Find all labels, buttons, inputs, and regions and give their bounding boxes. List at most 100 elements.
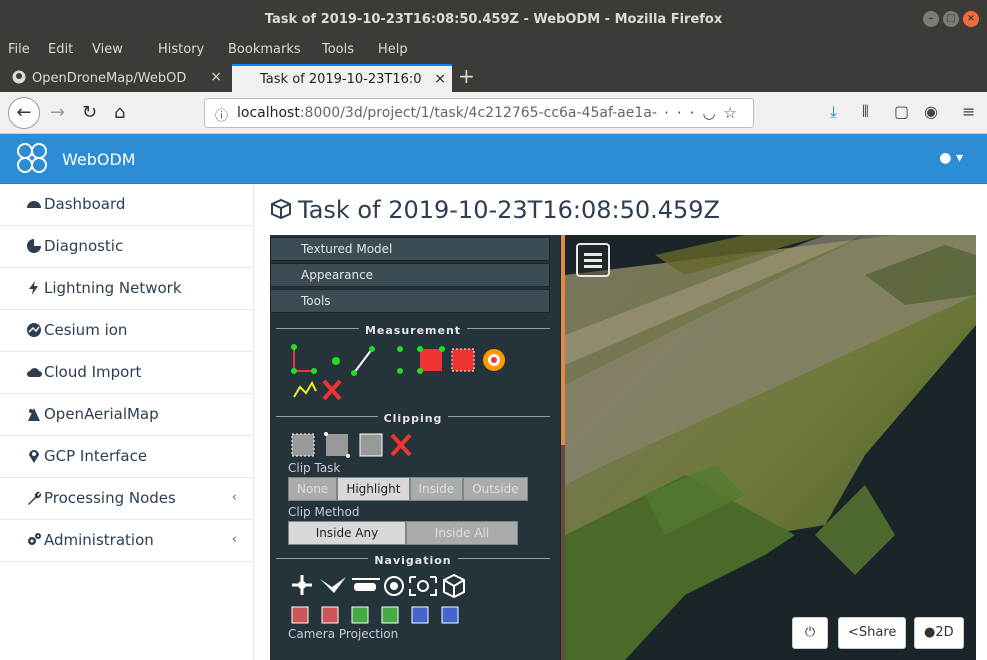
sidebar-item-lightning-network[interactable]: Lightning Network — [0, 268, 253, 310]
menu-bookmarks[interactable]: Bookmarks — [228, 42, 301, 57]
menu-tools[interactable]: Tools — [322, 42, 354, 57]
navigation-section-header: Navigation — [276, 549, 550, 567]
clip-box-icon[interactable] — [359, 433, 383, 457]
area-tool-icon[interactable] — [417, 346, 445, 374]
menu-history[interactable]: History — [158, 42, 204, 57]
full-extent-icon[interactable] — [443, 573, 465, 599]
sidebar-item-label: Lightning Network — [44, 279, 182, 297]
clip-task-outside[interactable]: Outside — [463, 477, 528, 501]
clip-task-none[interactable]: None — [288, 477, 338, 501]
clip-method-inside-any[interactable]: Inside Any — [288, 521, 406, 545]
menu-view[interactable]: View — [92, 42, 123, 57]
library-icon[interactable]: ⫴ — [862, 102, 869, 122]
sidebar-item-dashboard[interactable]: Dashboard — [0, 184, 253, 226]
globe-icon: ● — [924, 625, 936, 640]
view-back-icon[interactable] — [321, 606, 339, 624]
view-top-icon[interactable] — [411, 606, 429, 624]
volume-tool-icon[interactable] — [451, 348, 475, 372]
sidebar-item-cloud-import[interactable]: Cloud Import — [0, 352, 253, 394]
brand-name[interactable]: WebODM — [62, 150, 136, 169]
tab-task[interactable]: Task of 2019-10-23T16:0 × — [232, 64, 452, 92]
sidebar-item-label: Dashboard — [44, 195, 126, 213]
view-2d-button[interactable]: ●2D — [914, 617, 964, 649]
reload-button[interactable]: ↻ — [82, 102, 97, 123]
sidebar-item-diagnostic[interactable]: Diagnostic — [0, 226, 253, 268]
helicopter-controls-icon[interactable] — [352, 578, 380, 591]
webodm-logo-icon[interactable] — [16, 142, 48, 174]
sidebar-item-cesium-ion[interactable]: Cesium ion — [0, 310, 253, 352]
pocket-icon[interactable]: ◡ — [702, 104, 723, 122]
sidebar-item-label: Administration — [44, 531, 154, 549]
point-tool-icon[interactable] — [332, 357, 340, 365]
section-title: Clipping — [377, 412, 449, 425]
bookmark-star-icon[interactable]: ☆ — [724, 104, 745, 122]
sidebar-item-gcp-interface[interactable]: GCP Interface — [0, 436, 253, 478]
tab-label: OpenDroneMap/WebOD — [32, 71, 187, 86]
menu-file[interactable]: File — [8, 42, 30, 57]
maximize-button[interactable]: □ — [943, 11, 959, 27]
tab-opendronemap[interactable]: OpenDroneMap/WebOD × — [4, 64, 228, 92]
view-left-icon[interactable] — [351, 606, 369, 624]
timeline-button[interactable]: ⏻ — [792, 617, 828, 649]
clip-task-inside[interactable]: Inside — [409, 477, 464, 501]
new-tab-button[interactable]: + — [458, 64, 475, 88]
account-icon[interactable]: ◉ — [924, 102, 938, 121]
view-front-icon[interactable] — [291, 606, 309, 624]
focus-icon[interactable] — [409, 576, 437, 596]
close-tab-icon[interactable]: × — [434, 71, 446, 87]
toggle-sidebar-button[interactable] — [576, 243, 610, 277]
remove-clipping-icon[interactable] — [390, 433, 412, 457]
sidebar-toggle-icon[interactable]: ▢ — [894, 102, 909, 121]
measurement-section-header: Measurement — [276, 319, 550, 337]
hamburger-menu-icon[interactable]: ≡ — [962, 102, 975, 121]
accordion-appearance[interactable]: Appearance — [270, 263, 550, 287]
distance-tool-icon[interactable] — [351, 346, 375, 376]
sidebar-item-label: Cloud Import — [44, 363, 142, 381]
panel-scrollbar-thumb[interactable] — [561, 235, 565, 445]
close-window-button[interactable]: × — [963, 11, 979, 27]
view-right-icon[interactable] — [381, 606, 399, 624]
tachometer-icon — [27, 201, 41, 208]
download-icon[interactable]: ⤓ — [830, 102, 837, 122]
point-cloud-scene[interactable] — [565, 235, 976, 660]
share-icon: < — [848, 625, 859, 640]
url-bar[interactable]: ⓘ localhost:8000/3d/project/1/task/4c212… — [204, 98, 754, 128]
menu-edit[interactable]: Edit — [48, 42, 73, 57]
circle-tool-icon[interactable] — [483, 349, 505, 371]
view-bottom-icon[interactable] — [441, 606, 459, 624]
back-button[interactable]: ← — [8, 97, 40, 129]
hamburger-line — [584, 265, 602, 268]
angle-tool-icon[interactable] — [291, 344, 317, 374]
accordion-textured-model[interactable]: Textured Model — [270, 237, 550, 261]
profile-tool-icon[interactable] — [293, 380, 317, 398]
more-actions-icon[interactable]: ··· — [664, 104, 702, 122]
remove-measurements-icon[interactable] — [322, 379, 342, 401]
share-button[interactable]: <Share — [838, 617, 907, 649]
home-button[interactable]: ⌂ — [114, 102, 125, 123]
height-tool-icon[interactable] — [397, 346, 403, 374]
clip-volume-icon[interactable] — [291, 433, 315, 457]
accordion-tools[interactable]: Tools — [270, 289, 550, 313]
clip-method-inside-all[interactable]: Inside All — [406, 521, 518, 545]
clip-task-highlight[interactable]: Highlight — [337, 477, 410, 501]
sidebar-item-processing-nodes[interactable]: Processing Nodes ‹ — [0, 478, 253, 520]
window-title: Task of 2019-10-23T16:08:50.459Z - WebOD… — [264, 12, 723, 27]
potree-viewer[interactable]: Textured Model Appearance Tools Measurem… — [270, 235, 976, 660]
clip-polygon-icon[interactable] — [324, 432, 350, 458]
orbit-controls-icon[interactable] — [384, 576, 404, 596]
menu-help[interactable]: Help — [378, 42, 408, 57]
fly-controls-icon[interactable] — [320, 577, 346, 593]
minimize-button[interactable]: – — [923, 11, 939, 27]
sidebar-item-openaerialmap[interactable]: OpenAerialMap — [0, 394, 253, 436]
hamburger-line — [584, 259, 602, 262]
cesium-icon — [27, 323, 41, 337]
user-menu[interactable]: ● ▾ — [939, 150, 963, 166]
close-tab-icon[interactable]: × — [210, 69, 222, 85]
forward-button[interactable]: → — [50, 102, 65, 123]
earth-controls-icon[interactable] — [292, 575, 312, 595]
navigation-toolbar: ← → ↻ ⌂ ⓘ localhost:8000/3d/project/1/ta… — [0, 92, 987, 134]
menu-bar: File Edit View History Bookmarks Tools H… — [0, 38, 987, 62]
sidebar-item-administration[interactable]: Administration ‹ — [0, 520, 253, 562]
url-host: localhost — [237, 105, 300, 121]
info-icon[interactable]: ⓘ — [215, 105, 228, 124]
